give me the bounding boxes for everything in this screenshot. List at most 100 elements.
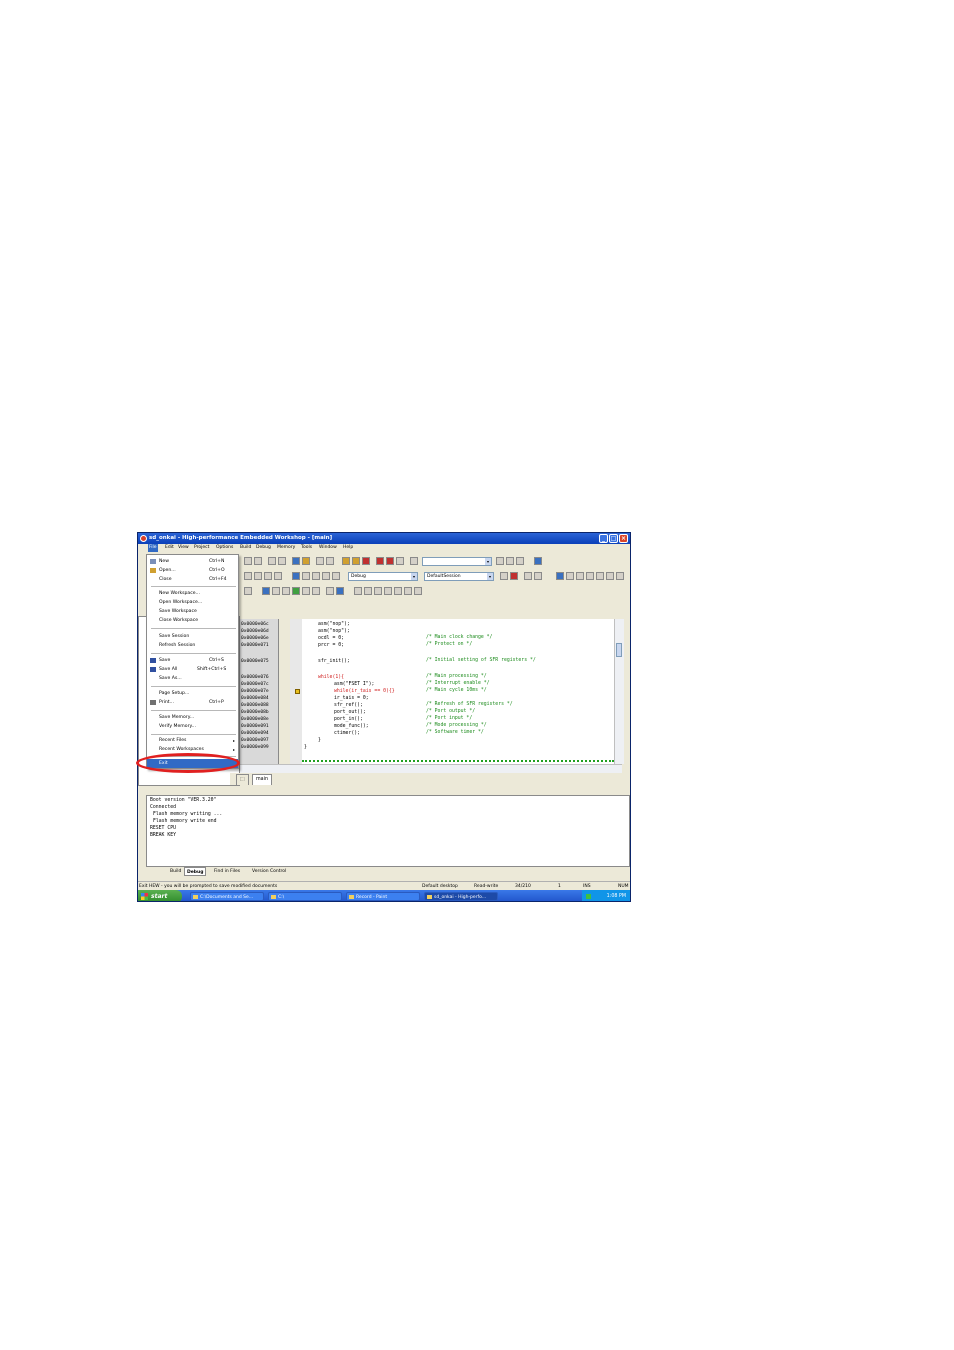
replace-icon[interactable] xyxy=(516,557,524,565)
task-documents[interactable]: C:\Documents and Se... xyxy=(190,892,264,901)
find-next-icon[interactable] xyxy=(506,557,514,565)
save-icon[interactable] xyxy=(336,587,344,595)
compile-icon[interactable] xyxy=(326,557,334,565)
menu-item-save-all[interactable]: Save All Shift+Ctrl+S xyxy=(147,665,238,674)
tool-icon[interactable] xyxy=(500,572,508,580)
go-cursor-icon[interactable] xyxy=(272,587,280,595)
editor-gutter[interactable] xyxy=(290,619,302,764)
tab-find-in-files[interactable]: Find in Files xyxy=(212,867,242,876)
step-in-icon[interactable] xyxy=(292,587,300,595)
layout-icon[interactable] xyxy=(244,572,252,580)
task-c-drive[interactable]: C:\ xyxy=(268,892,342,901)
find-icon[interactable] xyxy=(302,557,310,565)
record-icon[interactable] xyxy=(510,572,518,580)
tab-icon[interactable]: ⬚ xyxy=(236,774,249,785)
menu-memory[interactable]: Memory xyxy=(276,544,296,552)
gray-icon-1[interactable] xyxy=(354,587,362,595)
chevron-down-icon[interactable]: ▾ xyxy=(411,573,417,580)
toggle-icon[interactable] xyxy=(254,557,262,565)
toolbar-icon-a[interactable] xyxy=(524,572,532,580)
go-icon[interactable] xyxy=(244,587,252,595)
locals-icon[interactable] xyxy=(586,572,594,580)
layout4-icon[interactable] xyxy=(274,572,282,580)
gray-icon-2[interactable] xyxy=(364,587,372,595)
editor-hscrollbar[interactable] xyxy=(240,764,622,773)
config-combo[interactable]: Debug ▾ xyxy=(348,572,418,581)
window-icon[interactable] xyxy=(292,557,300,565)
search-combo[interactable]: ▾ xyxy=(422,557,492,566)
halt-icon[interactable] xyxy=(326,587,334,595)
menu-item-save-session[interactable]: Save Session xyxy=(147,632,238,641)
disasm-icon[interactable] xyxy=(606,572,614,580)
redo-icon[interactable] xyxy=(278,557,286,565)
menu-view[interactable]: View xyxy=(177,544,190,552)
workspace-icon[interactable] xyxy=(534,557,542,565)
network-icon[interactable] xyxy=(586,894,591,899)
maximize-button[interactable]: □ xyxy=(609,534,618,543)
menu-item-print[interactable]: Print... Ctrl+P xyxy=(147,698,238,707)
menu-item-close-workspace[interactable]: Close Workspace xyxy=(147,616,238,625)
menu-help[interactable]: Help xyxy=(342,544,354,552)
menu-item-recent-files[interactable]: Recent Files ▸ xyxy=(147,736,238,745)
debug-window-icon[interactable] xyxy=(316,557,324,565)
menu-item-verify-memory[interactable]: Verify Memory... xyxy=(147,722,238,731)
set-pc-icon[interactable] xyxy=(282,587,290,595)
bookmark-icon[interactable] xyxy=(396,557,404,565)
task-paint[interactable]: Record - Paint xyxy=(346,892,420,901)
step-over-icon[interactable] xyxy=(302,587,310,595)
menu-file[interactable]: File xyxy=(148,544,158,552)
editor-vscrollbar[interactable] xyxy=(614,619,624,764)
menu-project[interactable]: Project xyxy=(193,544,210,552)
tab-debug[interactable]: Debug xyxy=(184,867,207,876)
gray-icon-7[interactable] xyxy=(414,587,422,595)
menu-item-page-setup[interactable]: Page Setup... xyxy=(147,689,238,698)
stack-icon[interactable] xyxy=(596,572,604,580)
menu-window[interactable]: Window xyxy=(318,544,338,552)
task-hew[interactable]: sd_onkai - High-perfo... xyxy=(424,892,498,901)
gray-icon-5[interactable] xyxy=(394,587,402,595)
title-bar[interactable]: sd_onkai - High-performance Embedded Wor… xyxy=(138,533,630,544)
marker-icon[interactable] xyxy=(386,557,394,565)
braces-icon[interactable] xyxy=(244,557,252,565)
menu-item-recent-workspaces[interactable]: Recent Workspaces ▸ xyxy=(147,745,238,754)
gray-icon-4[interactable] xyxy=(384,587,392,595)
layout3-icon[interactable] xyxy=(264,572,272,580)
binoculars-icon[interactable] xyxy=(496,557,504,565)
menu-item-close[interactable]: Close Ctrl+F4 xyxy=(147,575,238,584)
build-all-icon[interactable] xyxy=(352,557,360,565)
menu-item-save-workspace[interactable]: Save Workspace xyxy=(147,607,238,616)
scroll-thumb[interactable] xyxy=(616,643,622,657)
tools-icon[interactable] xyxy=(332,572,340,580)
menu-debug[interactable]: Debug xyxy=(255,544,272,552)
menu-options[interactable]: Options xyxy=(215,544,234,552)
gray-icon-6[interactable] xyxy=(404,587,412,595)
download-icon[interactable] xyxy=(312,572,320,580)
register-icon[interactable] xyxy=(566,572,574,580)
menu-build[interactable]: Build xyxy=(239,544,252,552)
watch-icon[interactable] xyxy=(576,572,584,580)
chevron-down-icon[interactable]: ▾ xyxy=(487,573,493,580)
trace-icon[interactable] xyxy=(616,572,624,580)
start-button[interactable]: start xyxy=(138,890,182,901)
menu-item-new[interactable]: New Ctrl+N xyxy=(147,557,238,566)
breakpoint-icon[interactable] xyxy=(376,557,384,565)
gray-icon-3[interactable] xyxy=(374,587,382,595)
close-button[interactable]: × xyxy=(619,534,628,543)
disconnect-icon[interactable] xyxy=(302,572,310,580)
menu-tools[interactable]: Tools xyxy=(300,544,313,552)
menu-item-new-workspace[interactable]: New Workspace... xyxy=(147,589,238,598)
menu-item-save[interactable]: Save Ctrl+S xyxy=(147,656,238,665)
menu-item-open-workspace[interactable]: Open Workspace... xyxy=(147,598,238,607)
menu-item-save-memory[interactable]: Save Memory... xyxy=(147,713,238,722)
tab-build[interactable]: Build xyxy=(168,867,183,876)
memory-icon[interactable] xyxy=(556,572,564,580)
undo-icon[interactable] xyxy=(268,557,276,565)
connect-icon[interactable] xyxy=(292,572,300,580)
reset-go-icon[interactable] xyxy=(262,587,270,595)
settings-icon[interactable] xyxy=(322,572,330,580)
stop-build-icon[interactable] xyxy=(362,557,370,565)
minimize-button[interactable]: _ xyxy=(599,534,608,543)
menu-item-save-as[interactable]: Save As... xyxy=(147,674,238,683)
menu-item-open[interactable]: Open... Ctrl+O xyxy=(147,566,238,575)
step-out-icon[interactable] xyxy=(312,587,320,595)
